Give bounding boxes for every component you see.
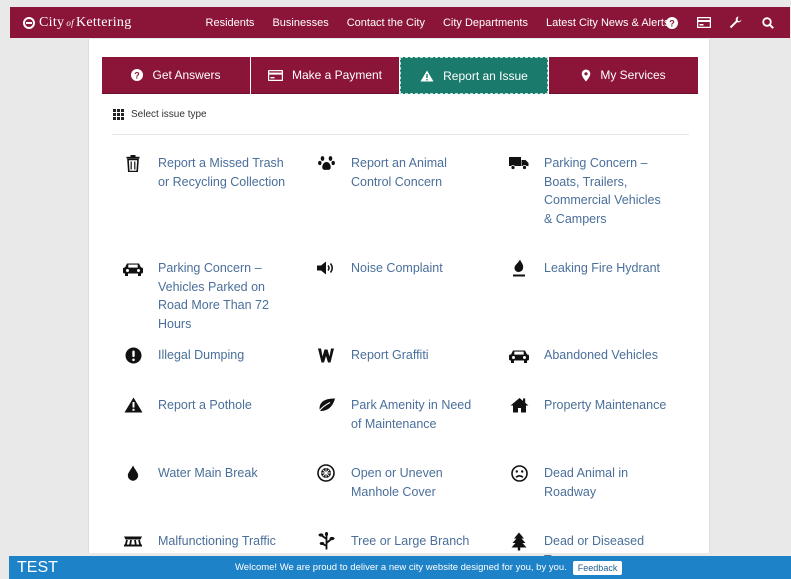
issue-traffic-signal[interactable]: Malfunctioning Traffic [122, 532, 286, 551]
issue-manhole-cover[interactable]: Open or Uneven Manhole Cover [315, 464, 479, 501]
feedback-button[interactable]: Feedback [572, 560, 623, 575]
welcome-message: Welcome! We are proud to deliver a new c… [235, 562, 567, 573]
issue-parking-72-hours[interactable]: Parking Concern – Vehicles Parked on Roa… [122, 259, 286, 333]
manhole-icon [315, 463, 337, 483]
traffic-signal-icon [122, 531, 144, 551]
issue-label: Report an Animal Control Concern [351, 156, 447, 189]
issue-report-graffiti[interactable]: Report Graffiti [315, 346, 479, 365]
issue-label: Park Amenity in Need of Maintenance [351, 398, 472, 431]
issue-label: Report a Missed Trash or Recycling Colle… [158, 156, 286, 189]
paw-icon [315, 153, 337, 173]
issue-label: Malfunctioning Traffic [158, 534, 276, 548]
issue-leaking-hydrant[interactable]: Leaking Fire Hydrant [508, 259, 672, 278]
issue-label: Report a Pothole [158, 398, 252, 412]
issue-label: Leaking Fire Hydrant [544, 261, 661, 275]
car-icon [508, 345, 530, 365]
truck-icon [508, 153, 530, 173]
fire-hydrant-icon [508, 258, 530, 278]
house-icon [508, 395, 530, 415]
branch-icon [315, 531, 337, 551]
issue-dead-animal[interactable]: Dead Animal in Roadway [508, 464, 672, 501]
issue-water-main[interactable]: Water Main Break [122, 464, 286, 483]
issue-illegal-dumping[interactable]: Illegal Dumping [122, 346, 286, 365]
issue-label: Water Main Break [158, 466, 258, 480]
issue-park-amenity[interactable]: Park Amenity in Need of Maintenance [315, 396, 479, 433]
site-notice-bar: TEST Welcome! We are proud to deliver a … [9, 556, 791, 579]
issue-label: Property Maintenance [544, 398, 667, 412]
issue-abandoned-vehicles[interactable]: Abandoned Vehicles [508, 346, 672, 365]
car-icon [122, 258, 144, 278]
issue-report-pothole[interactable]: Report a Pothole [122, 396, 286, 415]
issue-animal-control[interactable]: Report an Animal Control Concern [315, 154, 479, 191]
environment-label: TEST [17, 558, 58, 576]
issue-missed-trash[interactable]: Report a Missed Trash or Recycling Colle… [122, 154, 286, 191]
water-drop-icon [122, 463, 144, 483]
tree-icon [508, 531, 530, 551]
warning-triangle-icon [122, 395, 144, 415]
issue-label: Report Graffiti [351, 348, 429, 362]
issue-noise-complaint[interactable]: Noise Complaint [315, 259, 479, 278]
issue-label: Abandoned Vehicles [544, 348, 658, 362]
issue-label: Illegal Dumping [158, 348, 245, 362]
issue-parking-boats[interactable]: Parking Concern – Boats, Trailers, Comme… [508, 154, 672, 228]
issue-label: Parking Concern – Vehicles Parked on Roa… [158, 261, 269, 331]
speaker-icon [315, 258, 337, 278]
graffiti-icon [315, 345, 337, 365]
issue-label: Open or Uneven Manhole Cover [351, 466, 443, 499]
leaf-icon [315, 395, 337, 415]
issue-property-maintenance[interactable]: Property Maintenance [508, 396, 672, 415]
exclamation-circle-icon [122, 345, 144, 365]
trash-icon [122, 153, 144, 173]
frown-icon [508, 463, 530, 483]
issue-list: Report a Missed Trash or Recycling Colle… [0, 0, 791, 579]
issue-label: Parking Concern – Boats, Trailers, Comme… [544, 156, 661, 226]
issue-label: Dead Animal in Roadway [544, 466, 629, 499]
issue-label: Noise Complaint [351, 261, 443, 275]
